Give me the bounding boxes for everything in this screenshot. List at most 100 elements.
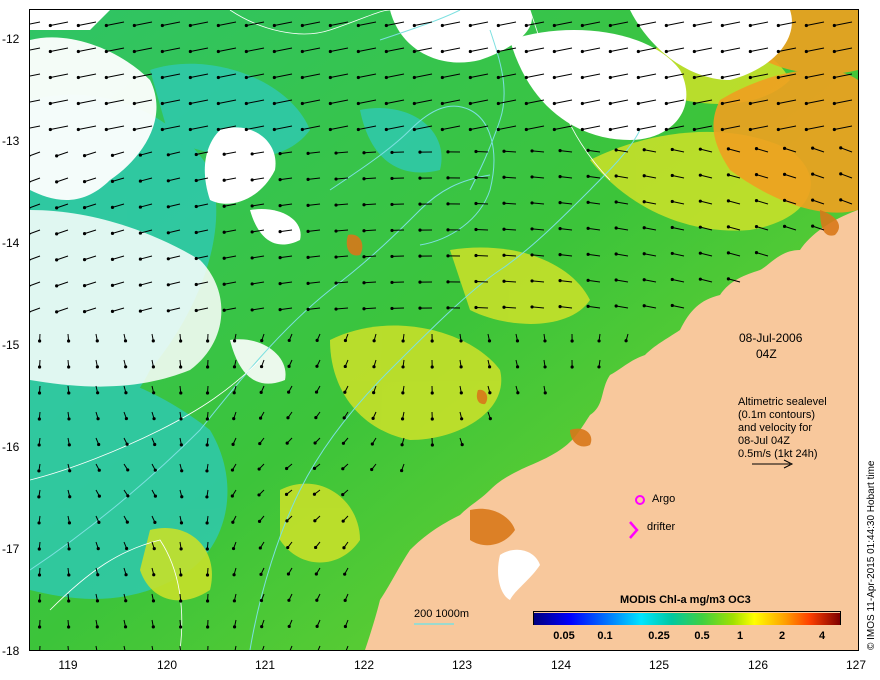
x-axis-label: 120 (156, 658, 178, 672)
velocity-arrow-head (558, 201, 562, 205)
velocity-arrow-head (670, 251, 674, 256)
velocity-arrow-head (401, 339, 405, 343)
velocity-arrow-head (97, 468, 101, 472)
colorbar-tick: 0.25 (648, 630, 670, 642)
velocity-arrow-head (180, 495, 184, 499)
velocity-arrow-head (232, 625, 237, 629)
velocity-arrow-head (401, 391, 405, 395)
argo-label: Argo (652, 493, 676, 505)
velocity-arrow-head (259, 390, 263, 395)
velocity-arrow-head (272, 101, 276, 106)
velocity-arrow-head (166, 257, 170, 261)
velocity-arrow-head (343, 338, 348, 343)
velocity-arrow-head (272, 75, 276, 80)
velocity-arrow-head (231, 442, 235, 446)
colorbar-tick: 0.1 (597, 630, 613, 642)
date-label: 08-Jul-2006 (739, 331, 803, 345)
velocity-arrow-head (179, 417, 183, 421)
velocity-arrow-head (614, 304, 618, 308)
velocity-arrow-head (152, 417, 156, 421)
velocity-arrow-head (160, 127, 164, 132)
velocity-arrow-head (222, 282, 226, 286)
velocity-arrow-head (76, 75, 80, 80)
velocity-arrow-head (104, 49, 108, 54)
velocity-arrow-head (312, 492, 317, 496)
velocity-arrow-head (372, 365, 376, 369)
velocity-arrow-head (306, 151, 310, 155)
velocity-arrow-head (76, 49, 80, 54)
velocity-arrow-head (55, 284, 59, 288)
velocity-arrow-head (474, 305, 478, 310)
velocity-arrow-head (804, 75, 808, 80)
velocity-arrow-head (314, 416, 318, 420)
velocity-arrow-head (776, 49, 780, 54)
velocity-arrow-head (670, 277, 674, 282)
velocity-arrow-head (194, 230, 198, 235)
x-axis-label: 125 (648, 658, 670, 672)
velocity-arrow-head (250, 282, 254, 286)
velocity-arrow-head (664, 75, 668, 80)
velocity-arrow-head (636, 101, 640, 106)
velocity-arrow-head (287, 598, 291, 602)
velocity-arrow-head (468, 127, 472, 132)
velocity-arrow-head (82, 310, 87, 314)
velocity-arrow-head (300, 23, 304, 28)
velocity-arrow-head (440, 101, 444, 106)
map-canvas (30, 10, 858, 650)
velocity-arrow-head (524, 101, 528, 106)
velocity-arrow-head (502, 227, 506, 231)
velocity-arrow-head (334, 255, 338, 259)
velocity-arrow-head (110, 153, 115, 157)
velocity-arrow-head (124, 599, 128, 603)
velocity-arrow-head (608, 101, 612, 106)
velocity-arrow-head (558, 149, 562, 153)
colorbar-title: MODIS Chl-a mg/m3 OC3 (620, 594, 751, 606)
velocity-arrow-head (570, 365, 574, 369)
velocity-arrow-head (153, 442, 157, 447)
velocity-arrow-head (400, 417, 405, 421)
velocity-arrow-head (341, 467, 345, 471)
velocity-arrow-head (222, 230, 226, 234)
velocity-arrow-head (160, 23, 164, 28)
velocity-arrow-head (726, 199, 731, 203)
velocity-arrow-head (580, 75, 584, 80)
velocity-arrow-head (232, 573, 236, 577)
velocity-arrow-head (314, 572, 318, 576)
velocity-arrow-head (418, 228, 422, 232)
velocity-arrow-head (362, 177, 366, 181)
velocity-arrow-head (232, 365, 237, 369)
velocity-arrow-head (430, 391, 434, 395)
velocity-arrow-head (132, 75, 136, 80)
velocity-arrow-head (314, 390, 319, 394)
velocity-arrow-head (586, 304, 590, 308)
velocity-arrow-head (460, 417, 464, 421)
velocity-arrow-head (104, 75, 108, 80)
velocity-arrow-head (110, 257, 115, 261)
velocity-arrow-head (82, 284, 87, 288)
velocity-arrow-head (614, 226, 618, 230)
velocity-arrow-head (222, 256, 226, 260)
velocity-arrow-head (287, 338, 291, 343)
colorbar-tick: 0.5 (694, 630, 710, 642)
velocity-arrow-head (205, 469, 209, 473)
velocity-arrow-head (250, 204, 254, 208)
velocity-arrow (179, 645, 181, 650)
velocity-arrow-head (642, 226, 646, 230)
velocity-arrow-head (124, 391, 128, 395)
velocity-arrow-head (37, 573, 42, 577)
velocity-arrow-head (205, 495, 209, 499)
velocity-arrow-head (132, 49, 136, 54)
velocity-arrow-head (138, 257, 142, 261)
velocity-arrow-head (278, 282, 282, 286)
velocity-arrow-head (328, 75, 332, 80)
velocity-arrow-head (642, 278, 646, 282)
velocity-arrow-head (82, 258, 87, 262)
velocity-arrow-head (97, 520, 101, 524)
velocity-arrow-head (372, 390, 376, 395)
velocity-arrow-head (125, 546, 129, 551)
velocity-arrow-head (524, 75, 528, 80)
velocity-arrow-head (524, 49, 528, 54)
velocity-arrow-head (580, 49, 584, 54)
velocity-arrow-head (272, 49, 276, 54)
velocity-arrow-head (552, 127, 556, 132)
